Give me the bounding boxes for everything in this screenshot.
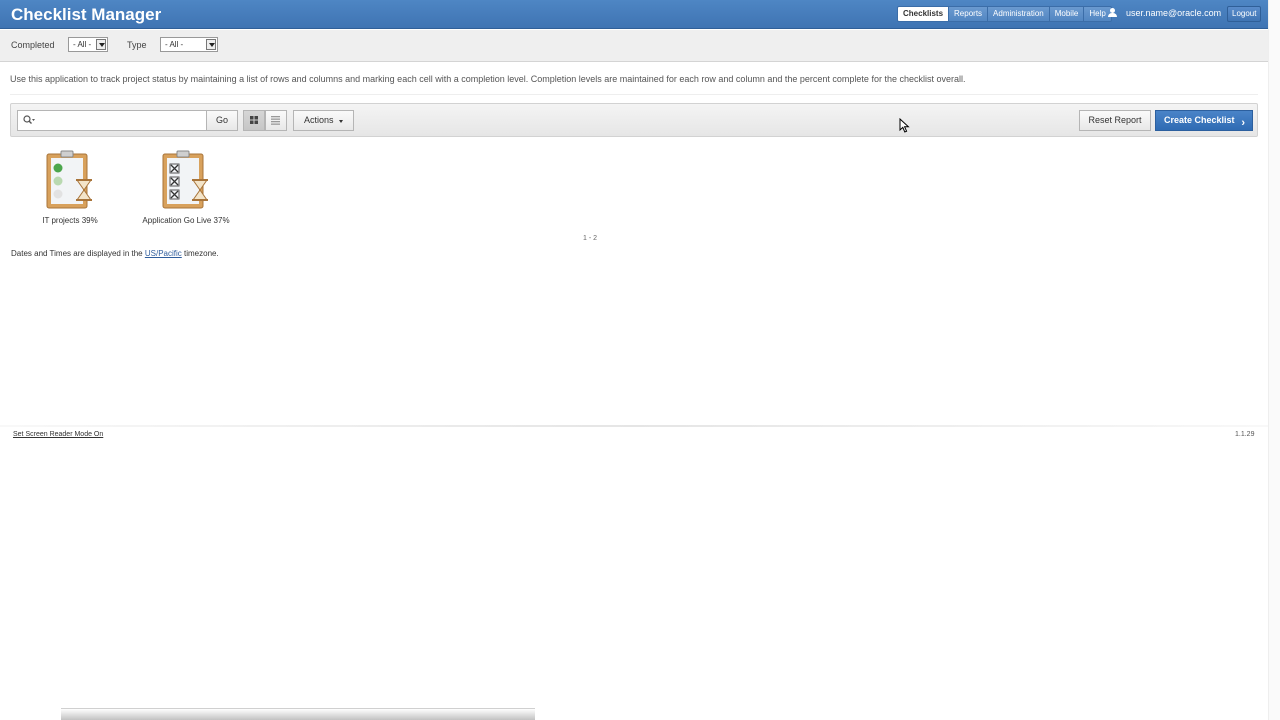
timezone-link[interactable]: US/Pacific bbox=[145, 249, 182, 258]
actions-label: Actions bbox=[304, 115, 334, 125]
completed-select[interactable]: - All - bbox=[68, 37, 108, 52]
tab-reports[interactable]: Reports bbox=[949, 6, 989, 22]
go-button[interactable]: Go bbox=[206, 110, 238, 131]
checklist-card-application-go-live[interactable]: Application Go Live 37% bbox=[141, 150, 231, 225]
mouse-cursor-icon bbox=[899, 118, 910, 133]
footer-divider bbox=[0, 425, 1268, 427]
pagination: 1 - 2 bbox=[583, 235, 598, 242]
tab-checklists[interactable]: Checklists bbox=[897, 6, 950, 22]
actions-menu-button[interactable]: Actions bbox=[293, 110, 354, 131]
timezone-prefix: Dates and Times are displayed in the bbox=[11, 249, 143, 258]
user-icon bbox=[1108, 8, 1117, 18]
horizontal-scrollbar[interactable] bbox=[61, 708, 535, 720]
user-name: user.name@oracle.com bbox=[1126, 8, 1222, 18]
screen-reader-mode-link[interactable]: Set Screen Reader Mode On bbox=[13, 431, 103, 438]
completed-filter-label: Completed bbox=[11, 40, 55, 50]
tab-administration[interactable]: Administration bbox=[988, 6, 1050, 22]
type-select[interactable]: - All - bbox=[160, 37, 218, 52]
icon-view-button[interactable] bbox=[243, 110, 265, 131]
divider bbox=[10, 94, 1258, 95]
report-view-button[interactable] bbox=[265, 110, 287, 131]
chevron-down-icon bbox=[96, 39, 106, 50]
checklist-label: Application Go Live 37% bbox=[142, 216, 230, 225]
vertical-scrollbar[interactable] bbox=[1268, 0, 1280, 720]
logout-button[interactable]: Logout bbox=[1227, 6, 1262, 22]
user-info: user.name@oracle.com bbox=[1108, 8, 1221, 18]
chevron-right-icon: › bbox=[1241, 117, 1245, 129]
type-select-value: - All - bbox=[165, 40, 184, 49]
clipboard-crossed-icon bbox=[162, 150, 208, 209]
app-title: Checklist Manager bbox=[11, 5, 162, 24]
filter-bar: Completed - All - Type - All - bbox=[0, 30, 1268, 62]
search-input[interactable] bbox=[17, 110, 207, 131]
app-version: 1.1.29 bbox=[1235, 431, 1255, 438]
create-checklist-label: Create Checklist bbox=[1164, 115, 1235, 125]
reset-report-button[interactable]: Reset Report bbox=[1079, 110, 1151, 131]
report-toolbar: Go Actions Reset Report Create Checklist… bbox=[10, 103, 1258, 137]
checklist-label: IT projects 39% bbox=[42, 216, 98, 225]
app-description: Use this application to track project st… bbox=[10, 74, 966, 84]
type-filter-label: Type bbox=[127, 40, 147, 50]
list-icon bbox=[271, 116, 280, 125]
tab-mobile[interactable]: Mobile bbox=[1049, 6, 1085, 22]
create-checklist-button[interactable]: Create Checklist › bbox=[1155, 110, 1253, 131]
completed-select-value: - All - bbox=[73, 40, 92, 49]
checklist-card-it-projects[interactable]: IT projects 39% bbox=[25, 150, 115, 225]
chevron-down-icon bbox=[206, 39, 216, 50]
main-nav: Checklists Reports Administration Mobile… bbox=[897, 6, 1112, 22]
caret-down-icon bbox=[339, 120, 343, 123]
timezone-suffix: timezone. bbox=[184, 249, 219, 258]
clipboard-status-icon bbox=[46, 150, 92, 209]
app-header: Checklist Manager Checklists Reports Adm… bbox=[0, 0, 1268, 29]
search-icon bbox=[23, 115, 35, 124]
timezone-note: Dates and Times are displayed in the US/… bbox=[11, 249, 219, 258]
grid-icon bbox=[250, 116, 258, 124]
